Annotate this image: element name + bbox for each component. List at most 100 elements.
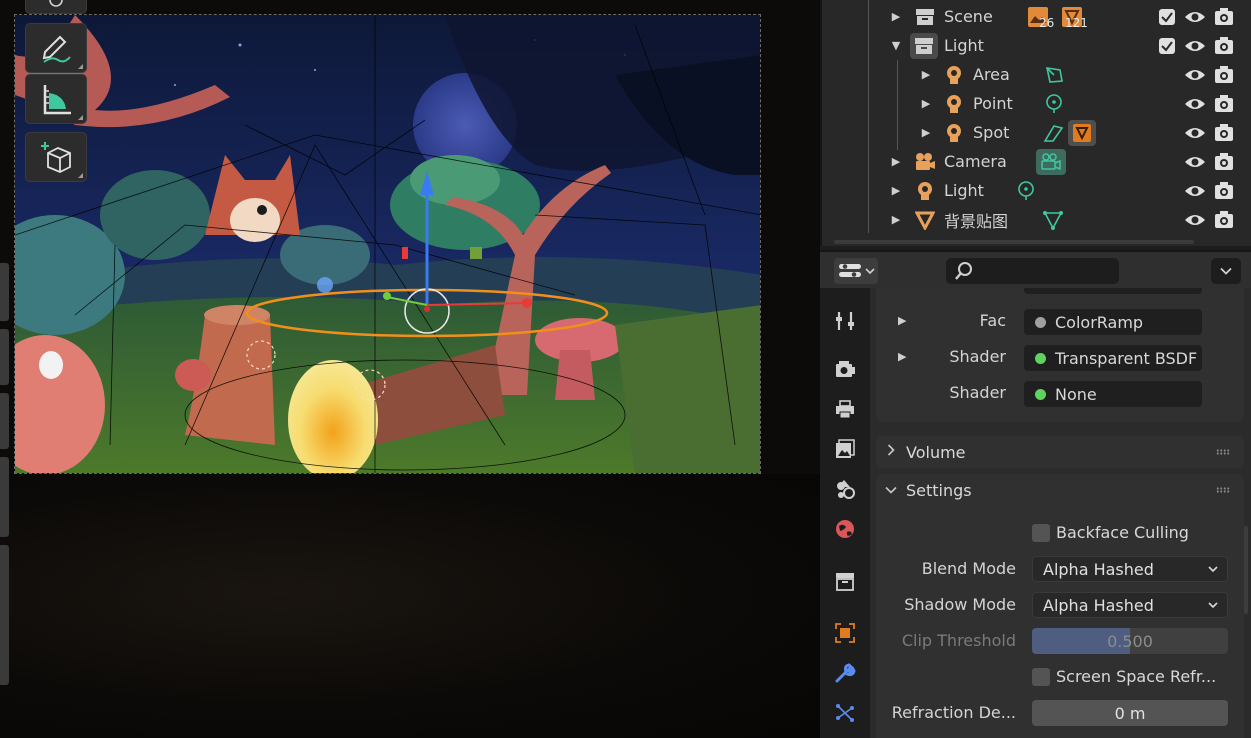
outliner-name: Light	[944, 36, 984, 55]
clip-threshold-slider[interactable]: 0.500	[1032, 628, 1228, 654]
camera-render-icon[interactable]	[1213, 64, 1235, 86]
editor-type-dropdown[interactable]	[834, 258, 878, 284]
expand-triangle-icon[interactable]: ▶	[890, 10, 902, 23]
material-icon[interactable]	[1068, 119, 1096, 146]
collapse-triangle-icon[interactable]: ▼	[890, 39, 902, 52]
sidebar-tab-view[interactable]	[0, 393, 9, 449]
mesh-data-icon	[1042, 210, 1064, 230]
outliner-row-camera[interactable]: ▶ Camera	[822, 147, 1251, 176]
add-cube-tool-button[interactable]	[25, 132, 87, 182]
shadow-mode-label: Shadow Mode	[904, 595, 1016, 614]
chevron-down-icon	[1208, 566, 1218, 573]
camera-render-icon[interactable]	[1213, 209, 1235, 231]
eye-icon[interactable]	[1184, 64, 1206, 86]
sidebar-tab-options[interactable]	[0, 457, 9, 537]
object-square-icon	[835, 623, 855, 643]
outliner-row-light-object[interactable]: ▶ Light	[822, 176, 1251, 205]
outliner-row-scene[interactable]: ▶ Scene 26 121	[822, 2, 1251, 31]
3d-viewport[interactable]	[0, 0, 820, 738]
drag-grip-icon[interactable]	[1216, 449, 1230, 455]
tab-render[interactable]	[830, 354, 860, 384]
volume-panel-header[interactable]: Volume	[876, 436, 1244, 468]
refraction-depth-field[interactable]: 0 m	[1032, 700, 1228, 726]
tab-view-layer[interactable]	[830, 434, 860, 464]
outliner-row-light-collection[interactable]: ▼ Light	[822, 31, 1251, 60]
exclude-checkbox[interactable]	[1159, 8, 1175, 25]
badge-count: 26	[1039, 15, 1055, 30]
camera-render-icon[interactable]	[1213, 180, 1235, 202]
tool-transform-top[interactable]	[25, 0, 87, 14]
expand-triangle-icon[interactable]: ▶	[890, 155, 902, 168]
clip-threshold-label: Clip Threshold	[901, 631, 1016, 650]
outliner-row-area[interactable]: ▶ Area	[822, 60, 1251, 89]
camera-data-icon[interactable]	[1036, 148, 1066, 175]
outliner-row-point[interactable]: ▶ Point	[822, 89, 1251, 118]
outliner[interactable]: ▶ Scene 26 121 ▼ Light ▶ Area ▶ Point ▶ …	[820, 0, 1251, 246]
expand-triangle-icon[interactable]: ▶	[898, 350, 906, 363]
expand-triangle-icon[interactable]: ▶	[920, 97, 932, 110]
hidden-field[interactable]	[1024, 288, 1202, 294]
screen-space-refraction-checkbox[interactable]	[1032, 668, 1050, 686]
sidebar-tab-addon[interactable]	[0, 545, 9, 685]
exclude-checkbox[interactable]	[1159, 37, 1175, 54]
eye-icon[interactable]	[1184, 209, 1206, 231]
shader-input-field-2[interactable]: None	[1024, 381, 1202, 407]
refraction-depth-label: Refraction De...	[891, 703, 1016, 722]
tab-particles[interactable]	[830, 698, 860, 728]
outliner-horizontal-scrollbar[interactable]	[834, 240, 1194, 244]
eye-icon[interactable]	[1184, 6, 1206, 28]
material-properties[interactable]: ▶ Fac ColorRamp ▶ Shader Transparent BSD…	[870, 288, 1251, 738]
blend-mode-dropdown[interactable]: Alpha Hashed	[1032, 556, 1228, 582]
shader-input-field-1[interactable]: Transparent BSDF	[1024, 345, 1202, 371]
mesh-object-icon	[914, 209, 936, 231]
mesh-data-icon: 121	[1061, 6, 1088, 30]
badge-count: 121	[1065, 15, 1088, 30]
sidebar-tab-tool[interactable]	[0, 329, 9, 385]
eye-icon[interactable]	[1184, 93, 1206, 115]
annotate-tool-button[interactable]	[25, 23, 87, 73]
tab-output[interactable]	[830, 394, 860, 424]
transform-icon	[49, 0, 63, 7]
eye-icon[interactable]	[1184, 35, 1206, 57]
tab-tool[interactable]	[830, 306, 860, 336]
properties-scrollbar[interactable]	[1244, 526, 1248, 614]
camera-render-icon[interactable]	[1213, 35, 1235, 57]
settings-panel-header[interactable]: Settings	[876, 474, 1244, 506]
camera-render-icon[interactable]	[1213, 151, 1235, 173]
expand-triangle-icon[interactable]: ▶	[890, 213, 902, 226]
shadow-mode-dropdown[interactable]: Alpha Hashed	[1032, 592, 1228, 618]
camera-view-render[interactable]	[14, 14, 761, 474]
camera-data-icon-wrap	[1036, 148, 1066, 175]
sidebar-tab-item[interactable]	[0, 263, 9, 321]
expand-triangle-icon[interactable]: ▶	[920, 126, 932, 139]
measure-tool-button[interactable]	[25, 74, 87, 124]
chevron-down-icon	[1208, 602, 1218, 609]
properties-search-input[interactable]	[946, 258, 1119, 284]
eye-icon[interactable]	[1184, 122, 1206, 144]
expand-triangle-icon[interactable]: ▶	[890, 184, 902, 197]
fac-input-field[interactable]: ColorRamp	[1024, 309, 1202, 335]
camera-render-icon[interactable]	[1213, 93, 1235, 115]
tab-scene[interactable]	[830, 474, 860, 504]
outliner-row-spot[interactable]: ▶ Spot	[822, 118, 1251, 147]
tab-object[interactable]	[830, 618, 860, 648]
drag-grip-icon[interactable]	[1216, 487, 1230, 493]
scene-children-badges: 26 121	[1027, 6, 1088, 30]
camera-render-icon[interactable]	[1213, 122, 1235, 144]
outliner-name: Camera	[944, 152, 1007, 171]
screen-space-refraction-label: Screen Space Refr...	[1056, 667, 1217, 686]
eye-icon[interactable]	[1184, 151, 1206, 173]
collection-icon	[910, 32, 938, 59]
options-dropdown-button[interactable]	[1211, 258, 1241, 284]
eye-icon[interactable]	[1184, 180, 1206, 202]
outliner-row-background[interactable]: ▶ 背景贴图	[822, 205, 1251, 234]
expand-triangle-icon[interactable]: ▶	[898, 314, 906, 327]
camera-render-icon[interactable]	[1213, 6, 1235, 28]
tab-world[interactable]	[830, 514, 860, 544]
area-light-data-icon	[1044, 65, 1064, 85]
backface-culling-checkbox[interactable]	[1032, 524, 1050, 542]
tab-collection[interactable]	[830, 566, 860, 596]
outliner-name: Light	[944, 181, 984, 200]
expand-triangle-icon[interactable]: ▶	[920, 68, 932, 81]
tab-modifiers[interactable]	[830, 658, 860, 688]
